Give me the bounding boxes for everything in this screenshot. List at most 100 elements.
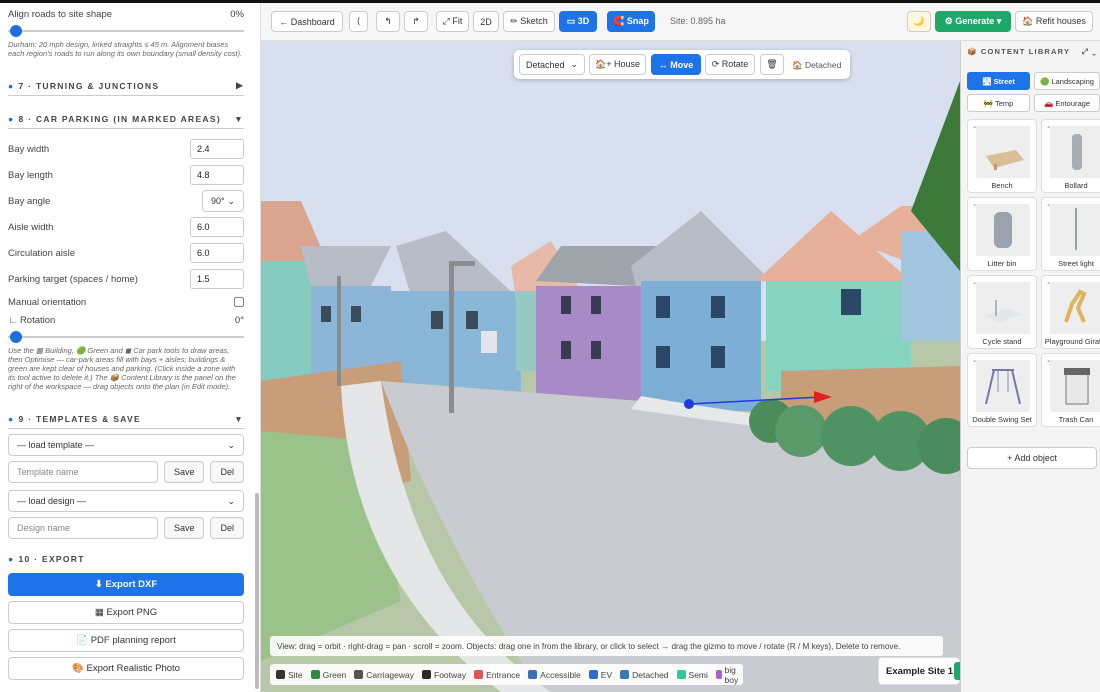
library-item-double-swing-set[interactable]: ⇔ Double Swing Set xyxy=(967,353,1037,427)
section-parking[interactable]: ● 8 · CAR PARKING (IN MARKED AREAS) ▼ xyxy=(8,114,244,129)
collapse-sidebar-button[interactable]: ⟨ xyxy=(349,11,368,32)
aisle-width-input[interactable]: 6.0 xyxy=(190,217,244,237)
library-item-cycle-stand[interactable]: ⇔ Cycle stand xyxy=(967,275,1037,349)
bay-width-row: Bay width 2.4 xyxy=(8,136,244,162)
slider-knob[interactable] xyxy=(10,25,22,37)
template-save-row: Template name Save Del xyxy=(8,461,244,483)
site-area: Site: 0.895 ha xyxy=(670,16,726,26)
pdf-report-button[interactable]: 📄 PDF planning report xyxy=(8,629,244,652)
undo-button[interactable]: ↰ xyxy=(376,11,400,32)
view-3d-button[interactable]: ▭ 3D xyxy=(559,11,597,32)
align-note: Durham: 20 mph design, linked straights … xyxy=(8,40,243,58)
bay-width-label: Bay width xyxy=(8,143,50,155)
sidebar: Align roads to site shape 0% Durham: 20 … xyxy=(0,3,261,692)
collapse-arrow-icon[interactable]: ▼ xyxy=(234,414,244,424)
save-design-button[interactable]: Save xyxy=(163,517,205,539)
section-turning[interactable]: ● 7 · TURNING & JUNCTIONS ▶ xyxy=(8,80,244,96)
view-2d-button[interactable]: 2D xyxy=(473,11,499,32)
rotate-button[interactable]: ⟳ Rotate xyxy=(705,54,755,75)
3d-viewport[interactable]: Detached ⌄ 🏠+ House ↔ Move ⟳ Rotate 🗑 🏠 D… xyxy=(261,41,960,692)
theme-toggle-button[interactable]: 🌙 xyxy=(907,11,931,32)
design-save-row: Design name Save Del xyxy=(8,517,244,539)
legend-item: EV xyxy=(588,670,612,680)
section-templates[interactable]: ● 9 · TEMPLATES & SAVE ▼ xyxy=(8,414,244,429)
circulation-aisle-input[interactable]: 6.0 xyxy=(190,243,244,263)
tab-landscaping[interactable]: 🟢 Landscaping xyxy=(1034,72,1100,90)
delete-template-button[interactable]: Del xyxy=(210,461,244,483)
legend-item: Green xyxy=(310,669,347,680)
legend-label: Carriageway xyxy=(366,669,414,680)
library-item-playground-giraffe[interactable]: ⇔ Playground Giraffe xyxy=(1041,275,1100,349)
design-name-input[interactable]: Design name xyxy=(8,517,158,539)
add-house-button[interactable]: 🏠+ House xyxy=(589,54,646,75)
legend-item: Semi xyxy=(676,670,708,680)
export-dxf-button[interactable]: ⬇ Export DXF xyxy=(8,573,244,596)
expand-arrow-icon[interactable]: ▶ xyxy=(236,80,244,91)
scene-render[interactable] xyxy=(261,41,960,692)
slider-track xyxy=(8,336,244,338)
legend-item: Site xyxy=(276,670,303,680)
section-export[interactable]: ● 10 · EXPORT xyxy=(8,554,244,568)
library-item-litter-bin[interactable]: ⇔ Litter bin xyxy=(967,197,1037,271)
trash-icon[interactable]: 🗑 xyxy=(760,54,784,75)
load-design-select[interactable]: — load design — ⌄ xyxy=(8,490,244,512)
bay-angle-select[interactable]: 90° ⌄ xyxy=(202,190,244,212)
slider-knob[interactable] xyxy=(10,331,22,343)
dashboard-button[interactable]: ← Dashboard xyxy=(271,11,343,32)
legend-swatch xyxy=(354,670,364,679)
bollard-icon xyxy=(1050,126,1100,178)
bay-length-row: Bay length 4.8 xyxy=(8,162,244,188)
bay-width-input[interactable]: 2.4 xyxy=(190,139,244,159)
swing-set-icon xyxy=(976,360,1030,412)
chevron-down-icon: ⌄ xyxy=(227,195,235,206)
legend-label: Green xyxy=(322,669,347,680)
selected-type-status: 🏠 Detached xyxy=(792,60,842,70)
bay-length-input[interactable]: 4.8 xyxy=(190,165,244,185)
tab-temp[interactable]: 🚧 Temp xyxy=(967,94,1030,112)
legend-swatch xyxy=(528,670,538,679)
delete-design-button[interactable]: Del xyxy=(210,517,244,539)
add-object-button[interactable]: + Add object xyxy=(967,447,1097,469)
library-item-street-light[interactable]: ⇔ Street light xyxy=(1041,197,1100,271)
refit-houses-button[interactable]: 🏠 Refit houses xyxy=(1015,11,1093,32)
map-legend: Site Green Carriageway Footway Entrance Acces… xyxy=(270,664,743,685)
legend-item: Carriageway xyxy=(354,670,414,680)
export-photo-button[interactable]: 🎨 Export Realistic Photo xyxy=(8,657,244,680)
template-name-input[interactable]: Template name xyxy=(8,461,158,483)
giraffe-icon xyxy=(1050,282,1100,334)
collapse-arrow-icon[interactable]: ▼ xyxy=(234,114,244,124)
site-name-badge[interactable]: Example Site 1 xyxy=(878,657,960,685)
legend-item: big boy xyxy=(715,664,742,685)
fit-button[interactable]: ⤢ Fit xyxy=(436,11,469,32)
library-item-bench[interactable]: ⇔ Bench xyxy=(967,119,1037,193)
legend-swatch xyxy=(620,670,630,679)
rotation-slider[interactable] xyxy=(8,331,244,343)
legend-label: big boy xyxy=(724,664,739,685)
circulation-aisle-row: Circulation aisle 6.0 xyxy=(8,240,244,266)
generate-button[interactable]: ⚙ Generate ▾ xyxy=(935,11,1011,32)
rotation-row: ∟ Rotation 0° xyxy=(8,312,244,328)
library-item-trash-can[interactable]: ⇔ Trash Can xyxy=(1041,353,1100,427)
align-slider[interactable] xyxy=(8,25,244,37)
sidebar-scrollbar[interactable] xyxy=(255,493,259,689)
house-type-select[interactable]: Detached ⌄ xyxy=(519,54,585,75)
legend-swatch xyxy=(676,670,686,679)
tab-street[interactable]: 🛣 Street xyxy=(967,72,1030,90)
legend-label: Entrance xyxy=(486,669,521,680)
legend-swatch xyxy=(310,670,320,679)
export-png-button[interactable]: ▦ Export PNG xyxy=(8,601,244,624)
redo-button[interactable]: ↱ xyxy=(404,11,428,32)
library-item-bollard[interactable]: ⇔ Bollard xyxy=(1041,119,1100,193)
tab-entourage[interactable]: 🚗 Entourage xyxy=(1034,94,1100,112)
snap-button[interactable]: 🧲 Snap xyxy=(607,11,655,32)
parking-note: Use the ▦ Building, 🟢 Green and ◼ Car pa… xyxy=(8,346,236,391)
legend-label: Footway xyxy=(434,669,467,680)
load-template-select[interactable]: — load template — ⌄ xyxy=(8,434,244,456)
save-template-button[interactable]: Save xyxy=(163,461,205,483)
move-button[interactable]: ↔ Move xyxy=(651,54,701,75)
parking-target-input[interactable]: 1.5 xyxy=(190,269,244,289)
sketch-button[interactable]: ✏ Sketch xyxy=(503,11,555,32)
manual-orientation-checkbox[interactable] xyxy=(234,297,244,307)
object-toolbar: Detached ⌄ 🏠+ House ↔ Move ⟳ Rotate 🗑 🏠 D… xyxy=(514,50,850,79)
library-window-icons[interactable]: ⤢ ⌄ xyxy=(1082,47,1097,57)
